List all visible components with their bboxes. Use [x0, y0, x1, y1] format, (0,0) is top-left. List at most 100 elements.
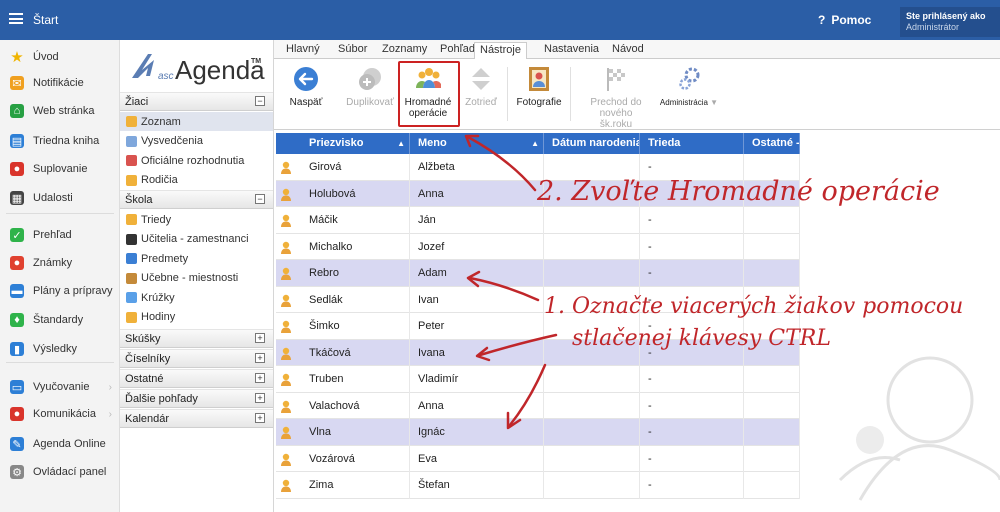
administration-button[interactable]: Administrácia ▼	[656, 59, 722, 129]
ucitelia-zamestnanci-icon	[126, 233, 137, 245]
tab-navod[interactable]: Návod	[612, 43, 644, 55]
next-school-year-button[interactable]: Prechod do nového šk.roku	[586, 59, 646, 130]
briefcase-icon: ▬	[10, 284, 24, 298]
nav-item-label: Agenda Online	[33, 438, 106, 450]
student-avatar-icon	[280, 453, 292, 466]
menu-item-kruzky[interactable]: Krúžky	[120, 288, 273, 307]
cell-last: Valachová	[301, 392, 410, 419]
table-row[interactable]: Vozárová Eva -	[276, 445, 800, 472]
menu-item-label: Predmety	[141, 252, 189, 265]
cell-other	[744, 366, 800, 393]
section-skola[interactable]: Škola −	[120, 190, 273, 209]
section-skusky[interactable]: Skúšky +	[120, 329, 273, 348]
nav-item-triedna-kniha[interactable]: ▤ Triedna kniha	[0, 128, 120, 154]
section-ostatne[interactable]: Ostatné +	[120, 369, 273, 388]
nav-item-web-stranka[interactable]: ⌂ Web stránka	[0, 98, 120, 124]
hamburger-menu-icon[interactable]	[9, 13, 23, 24]
collapse-icon[interactable]: −	[255, 194, 265, 204]
section-title: Ďalšie pohľady	[125, 392, 198, 405]
table-row[interactable]: Máčik Ján -	[276, 207, 800, 234]
cell-first: Eva	[410, 445, 544, 472]
nav-item-vysledky[interactable]: ▮ Výsledky	[0, 336, 120, 362]
nav-item-agenda-online[interactable]: ✎ Agenda Online	[0, 431, 120, 457]
table-row[interactable]: Truben Vladimír -	[276, 366, 800, 393]
section-ciselniky[interactable]: Číselníky +	[120, 349, 273, 368]
duplicate-button[interactable]: Duplikovať	[344, 59, 396, 129]
back-arrow-icon	[293, 66, 319, 92]
menu-item-zoznam[interactable]: Zoznam	[120, 112, 273, 131]
sort-button[interactable]: Zotrieď	[461, 59, 501, 129]
menu-item-triedy[interactable]: Triedy	[120, 210, 273, 229]
expand-icon[interactable]: +	[255, 353, 265, 363]
student-avatar-icon	[280, 161, 292, 174]
nav-item-vyucovanie[interactable]: ▭ Vyučovanie ›	[0, 374, 120, 400]
tab-zoznamy[interactable]: Zoznamy	[382, 43, 427, 55]
nav-item-plany-a-pripravy[interactable]: ▬ Plány a prípravy	[0, 278, 120, 304]
bar-chart-icon: ▮	[10, 342, 24, 356]
nav-item-suplovanie[interactable]: ● Suplovanie	[0, 156, 120, 182]
table-row[interactable]: Vlna Ignác -	[276, 419, 800, 446]
nav-item-prehlad[interactable]: ✓ Prehľad	[0, 222, 120, 248]
zoznam-icon	[126, 116, 137, 127]
app-title[interactable]: Štart	[33, 13, 58, 27]
nav-item-uvod[interactable]: ★ Úvod	[0, 44, 120, 70]
nav-item-notifikacie[interactable]: ✉ Notifikácie	[0, 70, 120, 96]
expand-icon[interactable]: +	[255, 333, 265, 343]
menu-item-ucitelia-zamestnanci[interactable]: Učitelia - zamestnanci	[120, 230, 273, 249]
tab-nastroje[interactable]: Nástroje	[474, 42, 527, 60]
bulk-operations-highlight	[398, 61, 460, 127]
table-row[interactable]: Zima Štefan -	[276, 472, 800, 499]
section-title: Žiaci	[125, 95, 149, 108]
nav-item-komunikacia[interactable]: ● Komunikácia ›	[0, 401, 120, 427]
column-header-datum-narodenia[interactable]: Dátum narodenia	[544, 133, 640, 154]
nav-item-udalosti[interactable]: ▦ Udalosti	[0, 185, 120, 211]
nav-item-label: Známky	[33, 257, 73, 269]
collapse-icon[interactable]: −	[255, 96, 265, 106]
nav-item-label: Suplovanie	[33, 163, 88, 175]
tab-pohlad[interactable]: Pohľad	[440, 43, 475, 55]
nav-item-znamky[interactable]: ● Známky	[0, 250, 120, 276]
cell-last: Holubová	[301, 180, 410, 207]
rodicia-icon	[126, 174, 137, 186]
nav-item-standardy[interactable]: ♦ Štandardy	[0, 307, 120, 333]
back-button[interactable]: Naspäť	[286, 59, 326, 129]
section-ziaci[interactable]: Žiaci −	[120, 92, 273, 111]
chevron-right-icon: ›	[108, 381, 112, 393]
section-kalendar[interactable]: Kalendár +	[120, 409, 273, 428]
menu-item-label: Krúžky	[141, 291, 175, 304]
expand-icon[interactable]: +	[255, 413, 265, 423]
hodiny-icon	[126, 311, 137, 323]
ribbon-tabs: Hlavný Súbor Zoznamy Pohľad Nástroje Nastaven…	[274, 40, 1000, 60]
table-row[interactable]: Michalko Jozef -	[276, 233, 800, 260]
table-row[interactable]: Rebro Adam -	[276, 260, 800, 287]
nav-item-ovladaci-panel[interactable]: ⚙ Ovládací panel	[0, 459, 120, 485]
oficialne-rozhodnutia-icon	[126, 155, 137, 166]
photos-button[interactable]: Fotografie	[514, 59, 564, 129]
help-button[interactable]: ? Pomoc	[818, 13, 871, 27]
menu-item-ucebne-miestnosti[interactable]: Učebne - miestnosti	[120, 269, 273, 288]
menu-item-predmety[interactable]: Predmety	[120, 249, 273, 268]
tab-hlavny[interactable]: Hlavný	[286, 43, 320, 55]
column-header-priezvisko[interactable]: Priezvisko ▲	[301, 133, 410, 154]
column-header-ostatne-i[interactable]: Ostatné - I	[744, 133, 800, 154]
kruzky-icon	[126, 292, 137, 303]
cell-class: -	[640, 260, 744, 287]
menu-item-vysvedcenia[interactable]: Vysvedčenia	[120, 132, 273, 151]
sort-asc-icon: ▲	[531, 139, 539, 148]
menu-item-oficialne-rozhodnutia[interactable]: Oficiálne rozhodnutia	[120, 151, 273, 170]
section-dalsie-pohlady[interactable]: Ďalšie pohľady +	[120, 389, 273, 408]
expand-icon[interactable]: +	[255, 373, 265, 383]
calendar-icon: ▦	[10, 191, 24, 205]
expand-icon[interactable]: +	[255, 393, 265, 403]
tab-nastavenia[interactable]: Nastavenia	[544, 43, 599, 55]
tab-subor[interactable]: Súbor	[338, 43, 367, 55]
menu-item-rodicia[interactable]: Rodičia	[120, 171, 273, 190]
table-row[interactable]: Valachová Anna -	[276, 392, 800, 419]
column-header-meno[interactable]: Meno ▲	[410, 133, 544, 154]
user-info[interactable]: Ste prihlásený ako Administrátor	[900, 7, 1000, 37]
menu-item-hodiny[interactable]: Hodiny	[120, 308, 273, 327]
annotation-step-2: 2. Zvoľte Hromadné operácie	[537, 176, 940, 207]
menu-item-label: Rodičia	[141, 174, 178, 186]
column-header-trieda[interactable]: Trieda	[640, 133, 744, 154]
cell-class: -	[640, 207, 744, 234]
